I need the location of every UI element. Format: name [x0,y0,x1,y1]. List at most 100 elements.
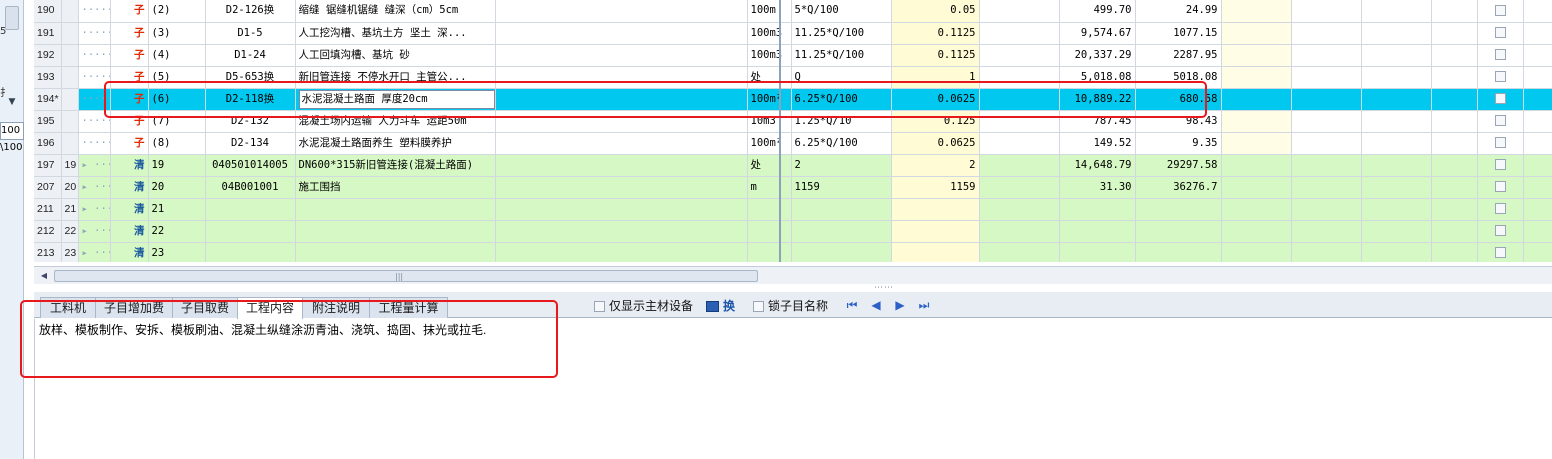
row-seq[interactable]: 20 [148,176,206,199]
row-unit[interactable]: 处 [747,154,792,177]
row-spec[interactable] [495,44,748,67]
row-blank[interactable] [1361,132,1432,155]
row-blank[interactable] [1361,220,1432,243]
row-quantity[interactable]: 1 [891,66,980,89]
row-serial[interactable]: 20 [61,176,79,199]
row-blank[interactable] [1291,66,1362,89]
table-row[interactable]: 196 ····· 子 (8) D2-134 水泥混凝土路面养生 塑料膜养护 100m² 6.… [34,132,1552,155]
row-blank[interactable] [1523,44,1552,67]
row-name[interactable] [295,198,496,221]
row-serial[interactable]: 21 [61,198,79,221]
row-blank[interactable] [1361,176,1432,199]
row-name[interactable]: 水泥混凝土路面养生 塑料膜养护 [295,132,496,155]
row-serial[interactable] [61,132,79,155]
row-blank[interactable] [1523,198,1552,221]
row-spec[interactable] [495,0,748,23]
row-type-marker[interactable]: 子 [110,44,149,67]
row-blank[interactable] [1431,198,1478,221]
tree-connector[interactable]: ····· [78,0,111,23]
row-blank[interactable] [979,198,1060,221]
row-blank[interactable] [1221,132,1292,155]
row-type-marker[interactable]: 清 [110,154,149,177]
row-unit[interactable]: 100m² [747,132,792,155]
tab-notes[interactable]: 附注说明 [302,297,370,318]
row-blank[interactable] [1431,220,1478,243]
row-quantity[interactable]: 1159 [891,176,980,199]
row-blank[interactable] [1361,0,1432,23]
row-unit[interactable]: 100m² [747,88,792,111]
row-quantity-expr[interactable] [791,220,892,243]
scroll-down-icon[interactable]: ▼ [6,96,18,108]
row-blank[interactable] [1431,22,1478,45]
row-checkbox[interactable] [1494,203,1506,214]
row-blank[interactable] [979,22,1060,45]
row-blank[interactable] [1221,154,1292,177]
row-blank[interactable] [1221,22,1292,45]
row-total[interactable]: 29297.58 [1135,154,1222,177]
row-total[interactable]: 2287.95 [1135,44,1222,67]
row-checkbox-a[interactable] [1477,132,1524,155]
row-seq[interactable]: (8) [148,132,206,155]
row-checkbox-a[interactable] [1477,66,1524,89]
row-code[interactable] [205,242,296,262]
tab-labor-material-machine[interactable]: 工料机 [40,297,96,318]
table-row[interactable]: 192 ····· 子 (4) D1-24 人工回填沟槽、基坑 砂 100m3 11.25*Q… [34,44,1552,67]
row-spec[interactable] [495,110,748,133]
row-blank[interactable] [1221,198,1292,221]
row-checkbox-a[interactable] [1477,176,1524,199]
tab-item-fee[interactable]: 子目取费 [172,297,238,318]
row-blank[interactable] [1291,220,1362,243]
row-blank[interactable] [1291,110,1362,133]
row-blank[interactable] [1431,132,1478,155]
row-number[interactable]: 190 [34,0,62,23]
row-unit[interactable]: 10m3 [747,110,792,133]
row-spec[interactable] [495,154,748,177]
row-spec[interactable] [495,176,748,199]
row-quantity-expr[interactable]: 1.25*Q/10 [791,110,892,133]
row-checkbox-a[interactable] [1477,198,1524,221]
table-row[interactable]: 193 ····· 子 (5) D5-653换 新旧管连接 不停水开口 主管公... 处 Q 1… [34,66,1552,89]
tree-connector[interactable]: ▸ ··· [78,220,111,243]
row-blank[interactable] [1431,44,1478,67]
row-total[interactable] [1135,242,1222,262]
row-checkbox-a[interactable] [1477,44,1524,67]
row-spec[interactable] [495,198,748,221]
row-blank[interactable] [979,132,1060,155]
row-unit[interactable]: 100m3 [747,22,792,45]
horizontal-scrollbar[interactable]: ◀ ||| [34,266,1552,284]
row-unit[interactable] [747,242,792,262]
row-spec[interactable] [495,22,748,45]
row-blank[interactable] [1361,154,1432,177]
main-material-only-checkbox[interactable] [594,301,605,313]
row-checkbox[interactable] [1494,49,1506,60]
row-seq[interactable]: (3) [148,22,206,45]
row-checkbox[interactable] [1494,137,1506,148]
scroll-left-icon[interactable]: ◀ [38,270,50,282]
row-blank[interactable] [1523,154,1552,177]
row-name[interactable]: 人工回填沟槽、基坑 砂 [295,44,496,67]
tree-connector[interactable]: ····· [78,88,111,111]
row-unit-price[interactable]: 10,889.22 [1059,88,1136,111]
row-quantity-expr[interactable] [791,198,892,221]
row-checkbox-a[interactable] [1477,110,1524,133]
row-blank[interactable] [1523,66,1552,89]
row-unit-price[interactable]: 499.70 [1059,0,1136,23]
row-code[interactable] [205,198,296,221]
row-blank[interactable] [1431,88,1478,111]
row-blank[interactable] [1431,0,1478,23]
row-checkbox[interactable] [1494,27,1506,38]
row-code[interactable]: D2-132 [205,110,296,133]
row-blank[interactable] [1291,176,1362,199]
row-blank[interactable] [1291,88,1362,111]
row-checkbox-a[interactable] [1477,154,1524,177]
row-quantity[interactable]: 0.0625 [891,88,980,111]
row-code[interactable]: D5-653换 [205,66,296,89]
row-name[interactable]: 缩缝 锯缝机锯缝 缝深（cm）5cm [295,0,496,23]
frozen-column-divider[interactable] [779,0,781,262]
left-fragment-input[interactable]: 100 [0,122,24,140]
row-blank[interactable] [1221,110,1292,133]
row-type-marker[interactable]: 子 [110,110,149,133]
row-blank[interactable] [1291,0,1362,23]
row-spec[interactable] [495,132,748,155]
row-unit[interactable]: m [747,176,792,199]
